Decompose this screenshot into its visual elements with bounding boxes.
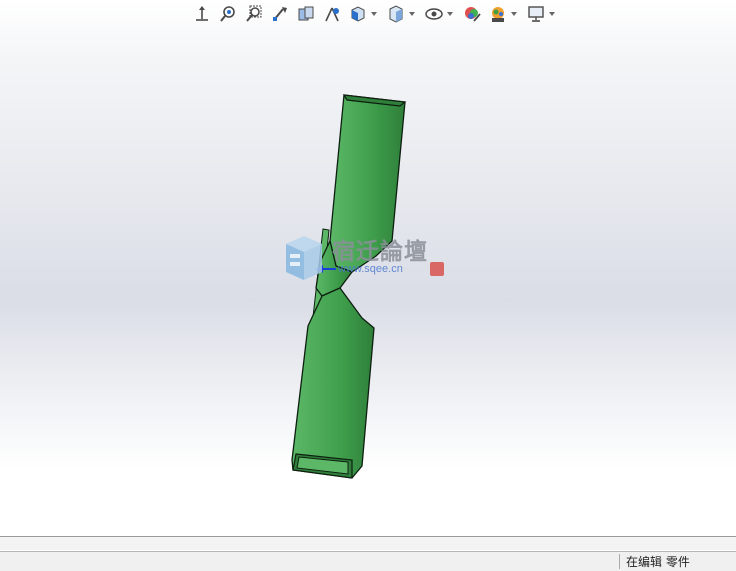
bottom-tabs-strip: [0, 536, 736, 550]
edit-appearance-button[interactable]: [460, 3, 484, 25]
display-style-button[interactable]: [384, 3, 408, 25]
chevron-down-icon: [409, 12, 415, 16]
view-orientation-cube-icon: [351, 6, 365, 22]
watermark-seal-icon: [430, 262, 444, 276]
watermark-url: www.sqee.cn: [338, 263, 403, 275]
chevron-down-icon: [511, 12, 517, 16]
zoom-to-fit-button[interactable]: [216, 3, 240, 25]
view-orientation-icon: [196, 6, 208, 21]
zoom-to-area-icon: [246, 5, 262, 22]
previous-view-button[interactable]: [268, 3, 292, 25]
chevron-down-icon: [447, 12, 453, 16]
zoom-to-fit-icon: [220, 6, 235, 22]
hide-show-items-icon: [425, 8, 443, 20]
view-orientation-cube-button[interactable]: [346, 3, 370, 25]
zoom-to-area-button[interactable]: [242, 3, 266, 25]
section-view-button[interactable]: [294, 3, 318, 25]
hide-show-items-dropdown[interactable]: [446, 3, 454, 25]
section-view-icon: [298, 6, 314, 21]
view-orientation-button[interactable]: [190, 3, 214, 25]
view-orientation-cube-dropdown[interactable]: [370, 3, 378, 25]
hide-show-items-button[interactable]: [422, 3, 446, 25]
previous-view-icon: [273, 7, 287, 21]
chevron-down-icon: [549, 12, 555, 16]
display-style-icon: [389, 5, 403, 23]
status-edit-mode: 在编辑 零件: [626, 555, 690, 569]
lower-tube-body[interactable]: [291, 287, 375, 479]
heads-up-view-toolbar: [190, 2, 562, 26]
view-settings-button[interactable]: [524, 3, 548, 25]
solidworks-window: 宿迁論壇 www.sqee.cn 在编辑 零件: [0, 0, 736, 571]
apply-scene-dropdown[interactable]: [510, 3, 518, 25]
view-settings-icon: [528, 6, 544, 22]
display-style-dropdown[interactable]: [408, 3, 416, 25]
dynamic-annotation-views-icon: [325, 7, 339, 22]
forum-watermark: 宿迁論壇 www.sqee.cn: [282, 232, 452, 292]
status-divider: [619, 554, 620, 569]
status-bar: 在编辑 零件: [0, 551, 736, 571]
apply-scene-icon: [492, 7, 504, 22]
view-settings-dropdown[interactable]: [548, 3, 556, 25]
forum-logo-icon: [286, 236, 322, 280]
graphics-area[interactable]: 宿迁論壇 www.sqee.cn: [0, 26, 736, 536]
dynamic-annotation-views-button[interactable]: [320, 3, 344, 25]
watermark-title: 宿迁論壇: [332, 238, 428, 265]
apply-scene-button[interactable]: [486, 3, 510, 25]
edit-appearance-icon: [465, 7, 481, 22]
chevron-down-icon: [371, 12, 377, 16]
